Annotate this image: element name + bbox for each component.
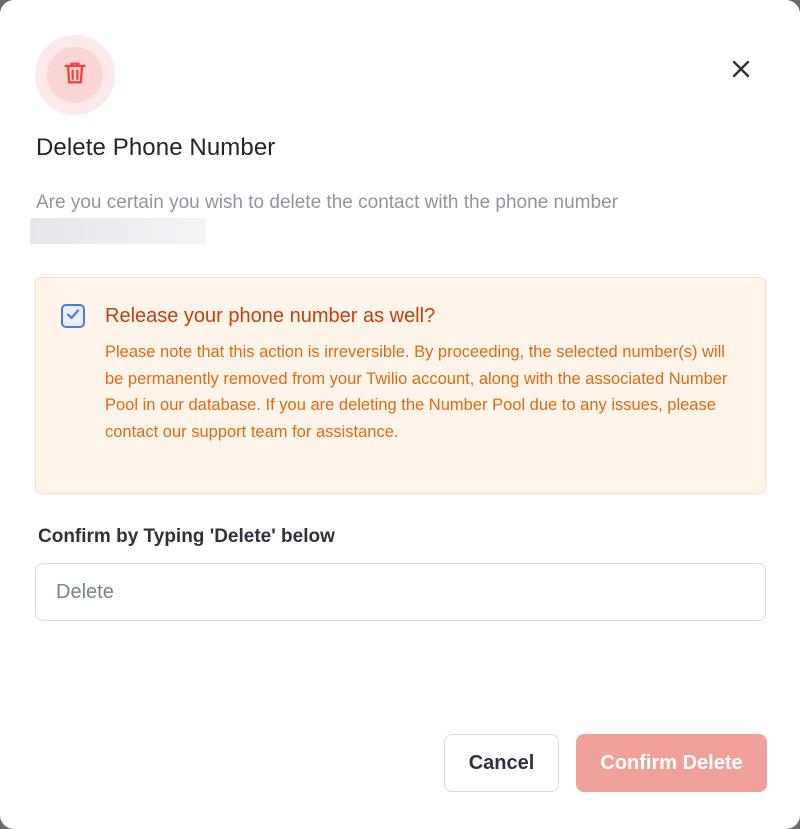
delete-phone-number-dialog: Delete Phone Number Are you certain you … — [0, 0, 800, 829]
confirm-input-label: Confirm by Typing 'Delete' below — [38, 526, 335, 547]
close-icon — [731, 59, 751, 84]
warning-title: Release your phone number as well? — [105, 305, 436, 327]
release-number-checkbox[interactable] — [61, 304, 85, 328]
confirm-delete-input[interactable] — [35, 563, 766, 621]
confirm-delete-button[interactable]: Confirm Delete — [576, 734, 767, 792]
dialog-title: Delete Phone Number — [36, 134, 276, 161]
dialog-description: Are you certain you wish to delete the c… — [36, 192, 618, 213]
trash-icon-badge — [35, 35, 115, 115]
trash-icon — [61, 59, 89, 92]
release-number-warning: Release your phone number as well? Pleas… — [35, 277, 766, 494]
close-button[interactable] — [726, 56, 756, 86]
cancel-button[interactable]: Cancel — [444, 734, 559, 792]
redacted-phone-number — [30, 218, 206, 244]
checkmark-icon — [65, 306, 81, 327]
warning-text: Please note that this action is irrevers… — [105, 343, 728, 441]
